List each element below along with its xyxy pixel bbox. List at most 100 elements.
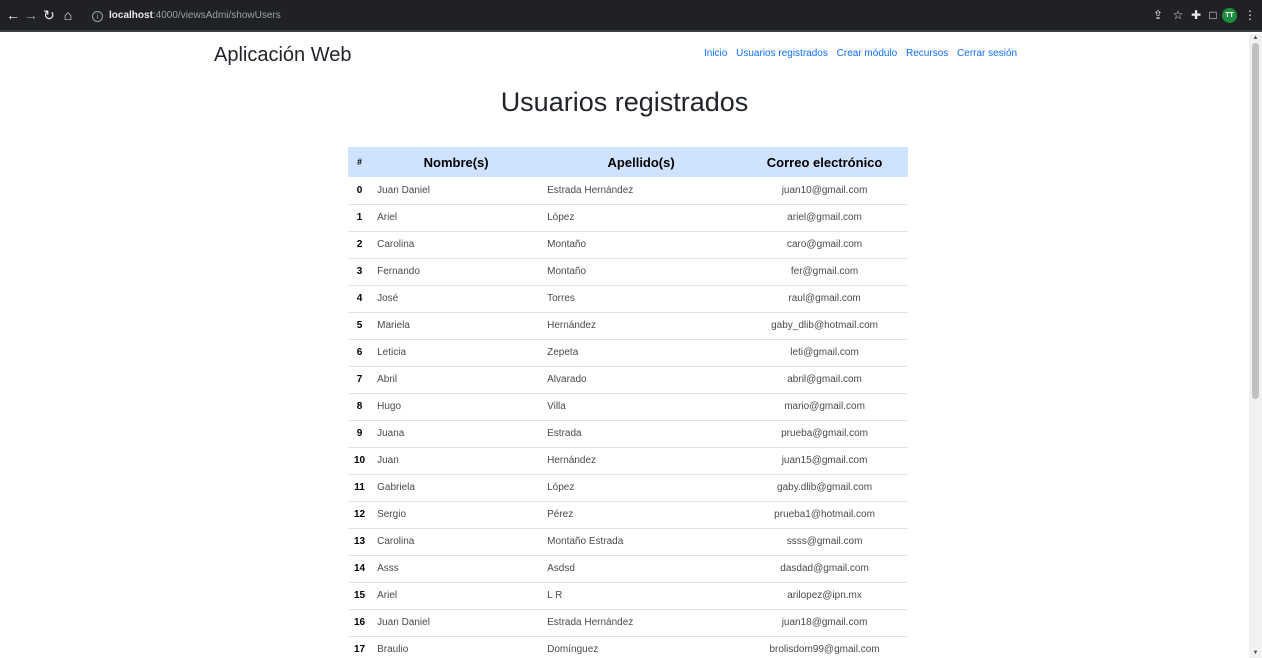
- main-nav: Inicio Usuarios registrados Crear módulo…: [704, 46, 1023, 62]
- scroll-down-icon[interactable]: ▼: [1249, 649, 1262, 658]
- table-row: 0 Juan Daniel Estrada Hernández juan10@gmai…: [348, 177, 908, 204]
- column-header-correo: Correo electrónico: [766, 154, 883, 170]
- forward-icon[interactable]: →: [22, 6, 40, 24]
- table-row: 15 Ariel L R arilopez@ipn.mx: [348, 582, 908, 609]
- table-row: 12 Sergio Pérez prueba1@hotmail.com: [348, 501, 908, 528]
- cell-apellido: Montaño: [547, 239, 587, 250]
- cell-nombre: Leticia: [377, 347, 407, 358]
- cell-apellido: Alvarado: [547, 374, 587, 385]
- cell-nombre: Carolina: [377, 536, 415, 547]
- table-body: 0 Juan Daniel Estrada Hernández juan10@gmai…: [348, 177, 908, 658]
- table-row: 8 Hugo Villa mario@gmail.com: [348, 393, 908, 420]
- reload-icon[interactable]: ↻: [40, 6, 58, 24]
- cell-nombre: Braulio: [377, 644, 409, 655]
- cell-apellido: Domínguez: [547, 644, 599, 655]
- cell-number: 1: [356, 212, 363, 223]
- cell-apellido: Estrada Hernández: [547, 617, 634, 628]
- cell-nombre: Gabriela: [377, 482, 415, 493]
- cell-number: 4: [356, 293, 363, 304]
- table-row: 2 Carolina Montaño caro@gmail.com: [348, 231, 908, 258]
- column-header-nombres: Nombre(s): [423, 154, 489, 170]
- page-title: Usuarios registrados: [500, 87, 749, 117]
- table-row: 5 Mariela Hernández gaby_dlib@hotmail.com: [348, 312, 908, 339]
- extensions-puzzle-icon[interactable]: ✚: [1188, 7, 1204, 23]
- column-header-apellidos: Apellido(s): [607, 154, 675, 170]
- cell-nombre: Carolina: [377, 239, 415, 250]
- back-icon[interactable]: ←: [4, 6, 22, 24]
- cell-number: 5: [356, 320, 363, 331]
- cell-correo: caro@gmail.com: [786, 239, 863, 250]
- cell-number: 14: [354, 563, 366, 574]
- address-bar[interactable]: i localhost:4000/viewsAdmi/showUsers: [92, 8, 281, 24]
- page-scrollbar[interactable]: ▲ ▼: [1249, 34, 1262, 658]
- cell-correo: leti@gmail.com: [790, 347, 859, 358]
- cell-apellido: Hernández: [547, 455, 597, 466]
- cell-correo: arilopez@ipn.mx: [787, 590, 862, 601]
- cell-correo: juan18@gmail.com: [781, 617, 868, 628]
- cell-number: 3: [356, 266, 363, 277]
- cell-number: 11: [354, 482, 365, 493]
- cell-number: 8: [356, 401, 363, 412]
- cell-number: 16: [354, 617, 366, 628]
- cell-nombre: Mariela: [377, 320, 410, 331]
- cell-number: 13: [354, 536, 366, 547]
- table-row: 6 Leticia Zepeta leti@gmail.com: [348, 339, 908, 366]
- table-row: 7 Abril Alvarado abril@gmail.com: [348, 366, 908, 393]
- profile-avatar[interactable]: TT: [1222, 8, 1237, 23]
- cell-correo: raul@gmail.com: [788, 293, 861, 304]
- cell-nombre: Juan Daniel: [377, 184, 430, 196]
- cell-number: 6: [356, 347, 363, 358]
- url-host: localhost: [109, 10, 153, 21]
- share-icon[interactable]: ⇪: [1150, 7, 1166, 23]
- cell-correo: dasdad@gmail.com: [780, 563, 869, 574]
- nav-link-crear-modulo[interactable]: Crear módulo: [837, 48, 898, 59]
- cell-apellido: Torres: [547, 293, 575, 304]
- cell-correo: juan15@gmail.com: [781, 455, 868, 466]
- cell-correo: juan10@gmail.com: [781, 184, 868, 196]
- table-row: 11 Gabriela López gaby.dlib@gmail.com: [348, 474, 908, 501]
- nav-link-inicio[interactable]: Inicio: [704, 48, 727, 59]
- cell-correo: abril@gmail.com: [787, 374, 862, 385]
- nav-link-recursos[interactable]: Recursos: [906, 48, 948, 59]
- cell-number: 12: [354, 509, 366, 520]
- menu-kebab-icon[interactable]: ⋮: [1242, 7, 1258, 23]
- cell-correo: gaby_dlib@hotmail.com: [771, 320, 878, 331]
- side-panel-icon[interactable]: □: [1205, 7, 1221, 23]
- cell-number: 7: [356, 374, 363, 385]
- cell-nombre: Juan: [377, 455, 399, 466]
- cell-apellido: López: [547, 482, 575, 493]
- cell-correo: mario@gmail.com: [784, 401, 865, 412]
- cell-apellido: Montaño Estrada: [547, 536, 624, 547]
- cell-apellido: L R: [547, 590, 563, 601]
- nav-link-usuarios-registrados[interactable]: Usuarios registrados: [736, 48, 828, 59]
- cell-nombre: Ariel: [377, 212, 398, 223]
- home-icon[interactable]: ⌂: [59, 6, 77, 24]
- cell-apellido: Pérez: [547, 509, 574, 520]
- scroll-up-icon[interactable]: ▲: [1249, 34, 1262, 43]
- url-path: :4000/viewsAdmi/showUsers: [152, 10, 281, 21]
- brand-title[interactable]: Aplicación Web: [214, 43, 351, 67]
- site-info-icon[interactable]: i: [92, 11, 103, 22]
- cell-apellido: Hernández: [547, 320, 597, 331]
- cell-nombre: Juan Daniel: [377, 617, 430, 628]
- scrollbar-thumb[interactable]: [1252, 43, 1259, 399]
- cell-number: 17: [354, 644, 366, 655]
- nav-link-cerrar-sesion[interactable]: Cerrar sesión: [957, 48, 1017, 59]
- cell-number: 0: [356, 184, 363, 196]
- cell-correo: ariel@gmail.com: [787, 212, 862, 223]
- cell-number: 10: [354, 455, 366, 466]
- column-header-number: #: [357, 157, 363, 167]
- cell-apellido: Asdsd: [547, 563, 575, 574]
- cell-nombre: Sergio: [377, 509, 407, 520]
- cell-nombre: Ariel: [377, 590, 398, 601]
- cell-nombre: Asss: [377, 563, 399, 574]
- browser-toolbar: ← → ↻ ⌂ i localhost:4000/viewsAdmi/showUs…: [0, 0, 1262, 32]
- cell-correo: brolisdom99@gmail.com: [769, 644, 880, 655]
- bookmark-star-icon[interactable]: ☆: [1170, 7, 1186, 23]
- cell-number: 2: [356, 239, 363, 250]
- table-row: 9 Juana Estrada prueba@gmail.com: [348, 420, 908, 447]
- cell-apellido: Villa: [547, 401, 566, 412]
- table-row: 3 Fernando Montaño fer@gmail.com: [348, 258, 908, 285]
- cell-number: 9: [356, 428, 363, 439]
- table-row: 17 Braulio Domínguez brolisdom99@gmail.com: [348, 636, 908, 658]
